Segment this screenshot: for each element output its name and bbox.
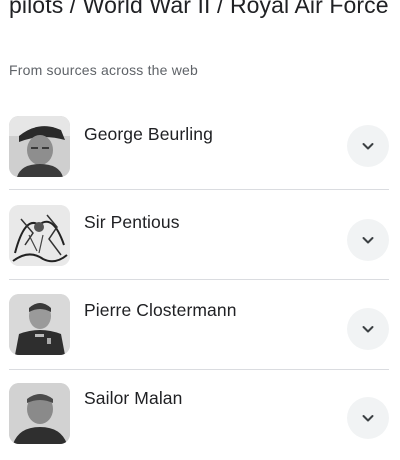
illustration-image[interactable] [9,205,70,266]
list-item[interactable]: Sir Pentious [0,190,400,280]
chevron-down-icon [362,143,374,150]
portrait-image[interactable] [9,383,70,444]
chevron-down-icon [362,237,374,244]
expand-button[interactable] [347,397,389,439]
expand-button[interactable] [347,219,389,261]
list-item[interactable]: George Beurling [0,100,400,190]
item-name[interactable]: Sir Pentious [84,212,180,233]
expand-button[interactable] [347,308,389,350]
page-title: pilots / World War II / Royal Air Force [9,0,389,18]
item-name[interactable]: George Beurling [84,124,213,145]
list-item[interactable]: Sailor Malan [0,370,400,460]
chevron-down-icon [362,326,374,333]
item-name[interactable]: Sailor Malan [84,388,182,409]
results-list: George Beurling Sir Pentious Pierre Clos… [0,100,400,460]
item-name[interactable]: Pierre Clostermann [84,300,237,321]
page-header: pilots / World War II / Royal Air Force [9,0,394,31]
portrait-image[interactable] [9,294,70,355]
portrait-image[interactable] [9,116,70,177]
chevron-down-icon [362,415,374,422]
source-subtitle: From sources across the web [9,62,199,78]
list-item[interactable]: Pierre Clostermann [0,280,400,370]
expand-button[interactable] [347,125,389,167]
